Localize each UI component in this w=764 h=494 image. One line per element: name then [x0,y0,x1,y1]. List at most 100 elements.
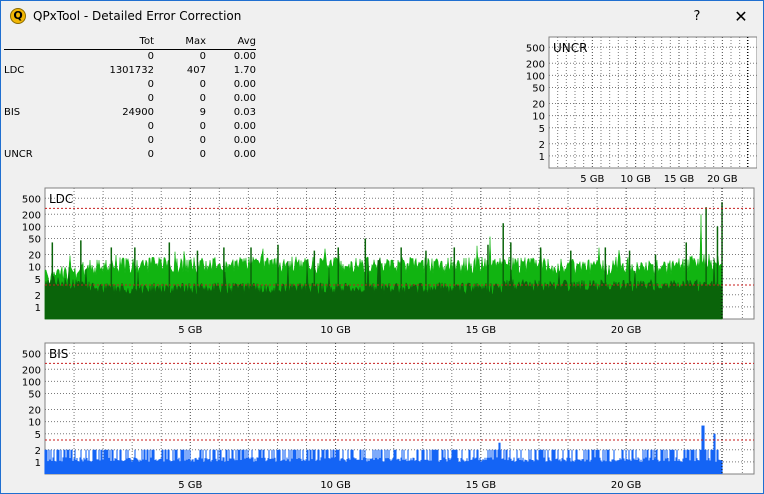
y-tick-label: 50 [532,84,545,95]
stats-cell-tot: 0 [147,135,154,146]
y-tick-label: 2 [35,446,41,457]
stats-cell-avg: 0.03 [233,107,256,118]
y-tick-label: 50 [28,235,41,246]
stats-cell-label: BIS [4,107,21,118]
ldc-chart: 5002001005020105215 GB 10 GB 15 GB 20 GBLDC [22,187,755,336]
error-stats-table: Tot Max Avg 0 0 0.00 LDC 1301732 407 1.70 0 0 0.0… [4,35,256,162]
stats-cell-tot: 24900 [122,107,154,118]
stats-cell-avg: 0.00 [233,51,256,62]
close-button[interactable]: ✕ [721,1,761,32]
stats-cell-avg: 0.00 [233,93,256,104]
y-tick-label: 50 [28,390,41,401]
y-tick-label: 200 [22,365,41,376]
stats-cell-label: LDC [4,65,25,76]
y-tick-label: 5 [35,430,41,441]
y-tick-label: 20 [28,406,41,417]
x-tick-label: 10 GB [320,480,351,491]
chart-title: BIS [49,347,68,361]
y-tick-label: 100 [526,71,545,82]
x-tick-label: 10 GB [320,325,351,336]
header-label [4,35,66,50]
stats-cell-avg: 0.00 [233,149,256,160]
header-tot: Tot [66,35,154,50]
stats-cell-label [4,78,66,92]
ldc-chart-panel: 500 200 100 50 20 10 5 2 1 5 GB 10 GB 15 GB 20 GB LDC [4,186,758,339]
stats-cell-max: 9 [199,107,206,118]
x-tick-label: 15 GB [466,480,497,491]
stats-cell-label [4,50,66,65]
y-tick-label: 2 [539,140,545,151]
y-tick-label: 200 [22,210,41,221]
stats-cell-tot: 0 [147,51,154,62]
y-tick-label: 500 [22,194,41,205]
stats-cell-avg: 0.00 [233,79,256,90]
x-tick-label: 20 GB [611,325,642,336]
stats-cell-tot: 0 [147,79,154,90]
y-tick-label: 20 [28,251,41,262]
y-tick-label: 1 [539,152,545,163]
stats-cell-max: 0 [199,121,206,132]
uncr-chart-panel: 500 200 100 50 20 10 5 2 1 5 GB 10 GB 15 GB 20 GB UNC… [523,35,757,187]
stats-cell-tot: 1301732 [109,65,154,76]
y-tick-label: 1 [35,303,41,314]
qpxtool-window: Q QPxTool - Detailed Error Correction ? … [0,0,764,494]
stats-cell-tot: 0 [147,93,154,104]
y-tick-label: 10 [28,263,41,274]
y-tick-label: 10 [28,418,41,429]
stats-cell-max: 0 [199,135,206,146]
stats-cell-max: 0 [199,51,206,62]
bis-chart: 5002001005020105215 GB 10 GB 15 GB 20 GBBIS [22,342,755,491]
stats-cell-max: 0 [199,93,206,104]
stats-cell-tot: 0 [147,121,154,132]
chart-title: UNCR [553,41,587,55]
y-tick-label: 100 [22,222,41,233]
stats-cell-label [4,120,66,134]
y-tick-label: 5 [539,124,545,135]
qpxtool-app-icon: Q [10,8,26,24]
x-tick-label: 5 GB [178,325,202,336]
stats-cell-label [4,134,66,148]
stats-row: 0 0 0.00 [4,134,256,148]
x-tick-label: 5 GB [178,480,202,491]
x-tick-label: 15 GB [664,174,695,185]
stats-row: BIS 24900 9 0.03 [4,106,256,120]
x-tick-label: 15 GB [466,325,497,336]
y-tick-label: 2 [35,291,41,302]
y-tick-label: 5 [35,275,41,286]
stats-cell-avg: 0.00 [233,135,256,146]
x-tick-label: 20 GB [611,480,642,491]
y-tick-label: 500 [22,349,41,360]
x-tick-label: 20 GB [707,174,738,185]
stats-row: 0 0 0.00 [4,92,256,106]
stats-cell-tot: 0 [147,149,154,160]
y-tick-label: 200 [526,59,545,70]
y-tick-label: 1 [35,458,41,469]
stats-row: 0 0 0.00 [4,78,256,92]
stats-cell-max: 407 [186,65,206,76]
stats-row: 0 0 0.00 [4,50,256,65]
chart-title: LDC [49,192,73,206]
uncr-chart: 5002001005020105215 GB 10 GB 15 GB 20 GBUNC… [526,36,757,185]
stats-cell-label [4,92,66,106]
stats-cell-max: 0 [199,79,206,90]
stats-header-row: Tot Max Avg [4,35,256,50]
y-tick-label: 100 [22,377,41,388]
stats-cell-max: 0 [199,149,206,160]
y-tick-label: 500 [526,43,545,54]
stats-row: LDC 1301732 407 1.70 [4,64,256,78]
header-avg: Avg [206,35,256,50]
stats-row: 0 0 0.00 [4,120,256,134]
stats-cell-label: UNCR [4,149,33,160]
x-tick-label: 5 GB [580,174,604,185]
stats-cell-avg: 0.00 [233,121,256,132]
header-max: Max [154,35,206,50]
y-tick-label: 10 [532,112,545,123]
stats-cell-avg: 1.70 [233,65,256,76]
window-title: QPxTool - Detailed Error Correction [33,9,242,23]
bis-chart-panel: 500 200 100 50 20 10 5 2 1 5 GB 10 GB 15 GB 20 GB BIS [4,341,758,494]
help-button[interactable]: ? [683,1,711,32]
title-bar: Q QPxTool - Detailed Error Correction ? … [1,1,763,32]
y-tick-label: 20 [532,100,545,111]
x-tick-label: 10 GB [620,174,651,185]
stats-row: UNCR 0 0 0.00 [4,148,256,162]
